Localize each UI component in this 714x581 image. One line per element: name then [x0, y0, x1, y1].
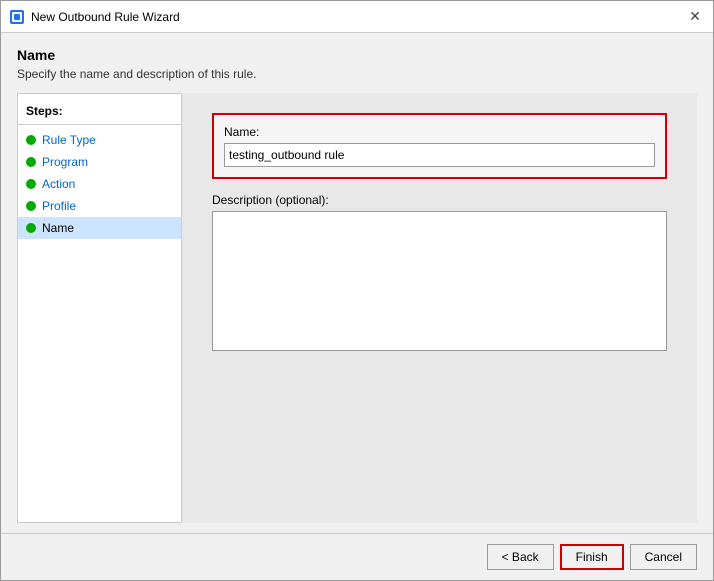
- close-button[interactable]: ✕: [685, 7, 705, 27]
- name-input[interactable]: [224, 143, 655, 167]
- window-icon: [9, 9, 25, 25]
- right-panel: Name: Description (optional):: [182, 93, 697, 523]
- spacer: [212, 354, 667, 513]
- sidebar-item-name[interactable]: Name: [18, 217, 181, 239]
- wizard-window: New Outbound Rule Wizard ✕ Name Specify …: [0, 0, 714, 581]
- page-subtitle: Specify the name and description of this…: [17, 67, 697, 81]
- step-dot-action: [26, 179, 36, 189]
- page-title: Name: [17, 47, 697, 63]
- sidebar-item-action-label: Action: [42, 177, 75, 191]
- desc-section: Description (optional):: [212, 193, 667, 354]
- step-dot-name: [26, 223, 36, 233]
- desc-label: Description (optional):: [212, 193, 667, 207]
- finish-button[interactable]: Finish: [560, 544, 624, 570]
- step-dot-program: [26, 157, 36, 167]
- steps-label: Steps:: [18, 102, 181, 125]
- window-title: New Outbound Rule Wizard: [31, 10, 685, 24]
- sidebar-item-rule-type-label: Rule Type: [42, 133, 96, 147]
- name-field-box: Name:: [212, 113, 667, 179]
- sidebar-item-rule-type[interactable]: Rule Type: [18, 129, 181, 151]
- desc-input[interactable]: [212, 211, 667, 351]
- cancel-button[interactable]: Cancel: [630, 544, 697, 570]
- step-dot-rule-type: [26, 135, 36, 145]
- step-dot-profile: [26, 201, 36, 211]
- sidebar-item-profile-label: Profile: [42, 199, 76, 213]
- form-section: Name: Description (optional):: [212, 113, 667, 354]
- sidebar-item-program[interactable]: Program: [18, 151, 181, 173]
- sidebar-item-name-label: Name: [42, 221, 74, 235]
- back-button[interactable]: < Back: [487, 544, 554, 570]
- content-area: Name Specify the name and description of…: [1, 33, 713, 533]
- sidebar-item-action[interactable]: Action: [18, 173, 181, 195]
- footer: < Back Finish Cancel: [1, 533, 713, 580]
- steps-sidebar: Steps: Rule Type Program Action Profile: [17, 93, 182, 523]
- name-label: Name:: [224, 125, 655, 139]
- sidebar-item-program-label: Program: [42, 155, 88, 169]
- title-bar: New Outbound Rule Wizard ✕: [1, 1, 713, 33]
- main-section: Steps: Rule Type Program Action Profile: [17, 93, 697, 523]
- sidebar-item-profile[interactable]: Profile: [18, 195, 181, 217]
